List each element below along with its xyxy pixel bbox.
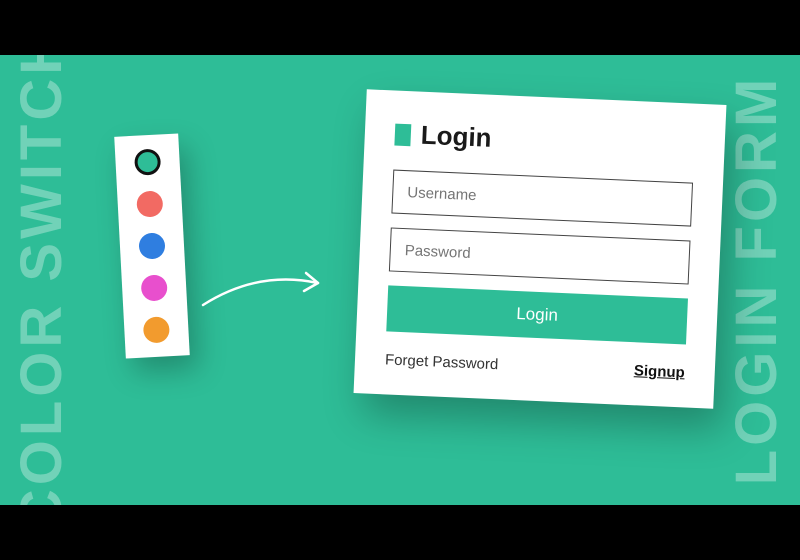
bg-text-left: COLOR SWITCH xyxy=(8,55,75,505)
username-input[interactable] xyxy=(391,170,693,227)
accent-square xyxy=(394,123,411,146)
color-swatch-4[interactable] xyxy=(143,316,170,343)
stage: COLOR SWITCH LOGIN FORM Login Login Forg… xyxy=(0,55,800,505)
color-swatch-0[interactable] xyxy=(134,148,161,175)
signup-link[interactable]: Signup xyxy=(634,362,686,381)
color-swatch-3[interactable] xyxy=(141,274,168,301)
card-title: Login xyxy=(420,120,492,154)
login-card: Login Login Forget Password Signup xyxy=(354,89,727,408)
password-input[interactable] xyxy=(389,227,691,284)
color-swatch-2[interactable] xyxy=(138,232,165,259)
color-palette xyxy=(114,133,190,358)
card-footer: Forget Password Signup xyxy=(385,351,685,381)
card-header: Login xyxy=(394,119,695,163)
login-button[interactable]: Login xyxy=(386,285,688,344)
forget-password-link[interactable]: Forget Password xyxy=(385,351,499,373)
color-swatch-1[interactable] xyxy=(136,190,163,217)
arrow-icon xyxy=(198,255,338,325)
bg-text-right: LOGIN FORM xyxy=(723,75,790,486)
